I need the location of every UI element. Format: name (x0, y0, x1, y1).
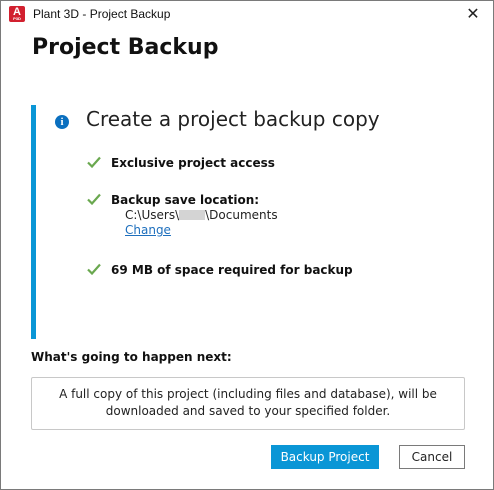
item-backup-location: Backup save location: (111, 193, 260, 207)
path-prefix: C:\Users\ (125, 208, 180, 222)
window-title: Plant 3D - Project Backup (33, 7, 171, 21)
redacted-username (179, 210, 206, 220)
item-space-required: 69 MB of space required for backup (111, 263, 353, 277)
next-steps-box: A full copy of this project (including f… (31, 377, 465, 430)
check-icon (87, 193, 101, 205)
dialog-window: A P3D Plant 3D - Project Backup ✕ Projec… (0, 0, 494, 490)
title-bar: A P3D Plant 3D - Project Backup ✕ (1, 1, 493, 29)
info-icon: i (55, 115, 69, 129)
item-exclusive-access: Exclusive project access (111, 156, 275, 170)
check-icon (87, 263, 101, 275)
path-suffix: \Documents (205, 208, 278, 222)
check-icon (87, 156, 101, 168)
next-steps-label: What's going to happen next: (31, 350, 232, 364)
backup-info-panel: i Create a project backup copy Exclusive… (31, 105, 468, 339)
backup-project-button[interactable]: Backup Project (271, 445, 379, 469)
app-icon-sublabel: P3D (13, 16, 21, 21)
change-location-link[interactable]: Change (125, 223, 171, 237)
autocad-plant3d-app-icon: A P3D (9, 6, 25, 22)
backup-path: C:\Users\ \Documents (125, 208, 278, 222)
page-title: Project Backup (32, 35, 219, 60)
next-steps-description: A full copy of this project (including f… (59, 387, 437, 418)
panel-heading: Create a project backup copy (86, 107, 380, 131)
cancel-button[interactable]: Cancel (399, 445, 465, 469)
close-icon[interactable]: ✕ (459, 3, 487, 27)
